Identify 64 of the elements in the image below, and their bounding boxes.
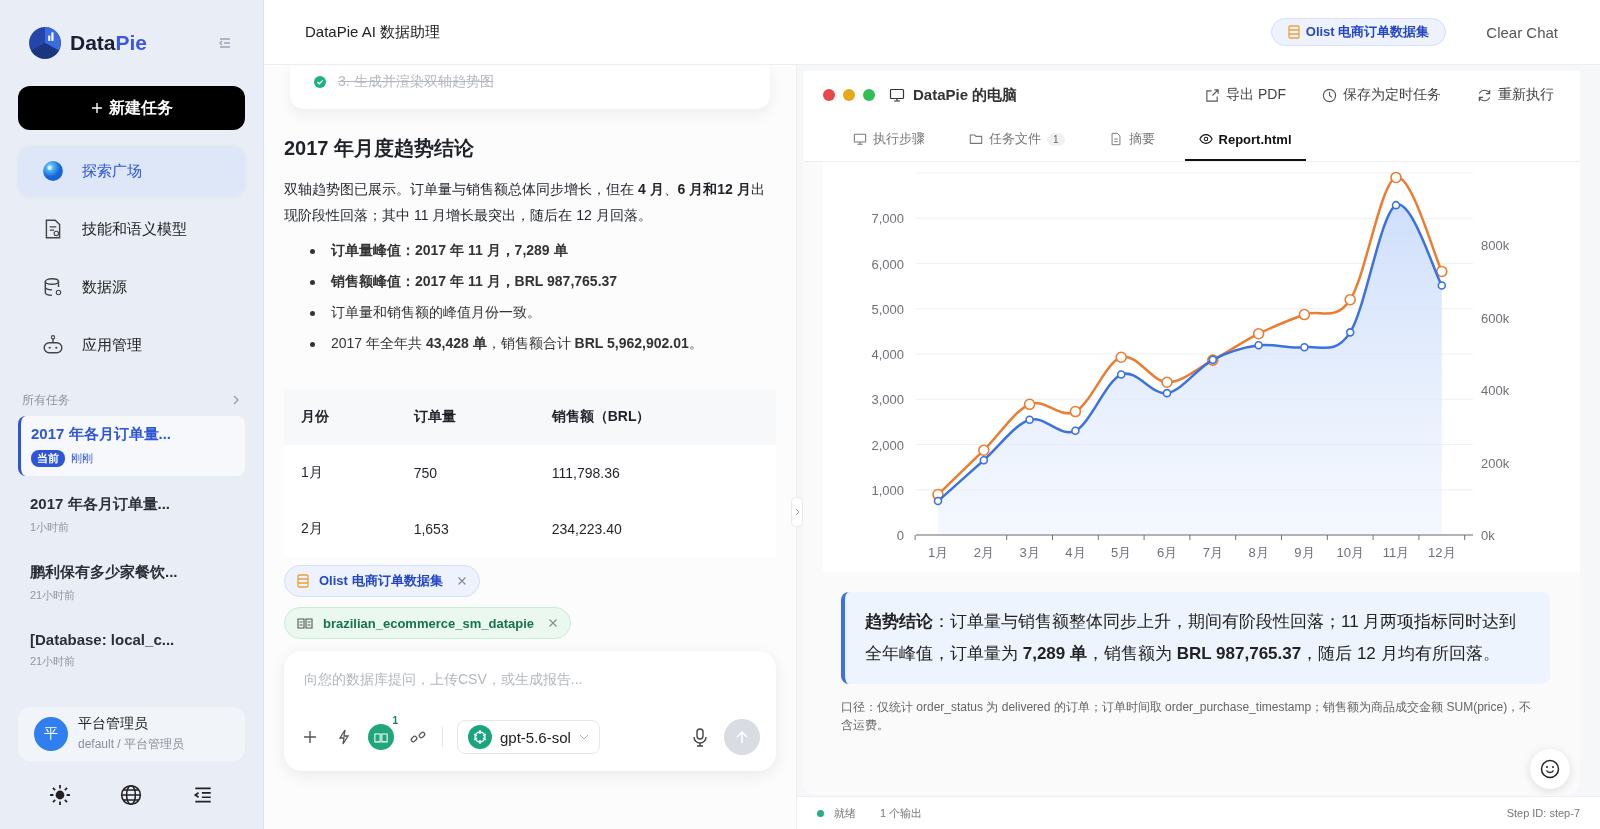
y-axis-label: 6,000 (871, 256, 904, 272)
bullet-item: 2017 年全年共 43,428 单，销售额合计 BRL 5,962,902.01。 (310, 335, 776, 353)
conclusion-callout: 趋势结论：订单量与销售额整体同步上升，期间有阶段性回落；11 月两项指标同时达到全年峰值，订单量为 7,289 单，销售额为 BRL 987,765.37，随后 12 月均有所回落。 (841, 592, 1550, 684)
x-axis-label: 1月 (927, 545, 949, 560)
x-axis-label: 8月 (1248, 545, 1269, 560)
output-count: 1 个输出 (880, 805, 923, 821)
task-time: 1小时前 (30, 520, 70, 535)
nav-label: 应用管理 (82, 335, 142, 355)
x-axis-label: 10月 (1336, 545, 1364, 560)
nav-label: 数据源 (82, 277, 127, 297)
user-name: 平台管理员 (78, 715, 149, 733)
y-axis-label: 2,000 (871, 437, 904, 453)
y-axis-label: 4,000 (871, 347, 904, 362)
x-axis-label: 5月 (1111, 545, 1132, 560)
user-role: default / 平台管理员 (78, 736, 185, 753)
y-axis-label: 400k (1481, 383, 1510, 399)
bullet-item: 销售额峰值：2017 年 11 月，BRL 987,765.37 (310, 273, 776, 291)
y-axis-label: 3,000 (871, 392, 904, 408)
y-axis-label: 0 (896, 528, 904, 543)
count-label: 1 (392, 715, 398, 726)
step-id: Step ID: step-7 (1506, 807, 1580, 819)
x-axis-label: 11月 (1382, 545, 1410, 560)
x-axis-label: 6月 (1156, 545, 1178, 560)
column-header: 销售额（BRL） (534, 389, 776, 445)
task-time: 21小时前 (30, 588, 76, 603)
chip-label: Olist 电商订单数据集 (319, 572, 443, 590)
footnote: 口径：仅统计 order_status 为 delivered 的订单；订单时间取 order_purchase_timestamp；销售额为商品成交金额 SUM(price)，不含运费。 (841, 699, 1533, 734)
page-title: DataPie AI 数据助理 (305, 22, 441, 42)
answer-heading: 2017 年月度趋势结论 (284, 136, 476, 161)
column-header: 月份 (284, 389, 397, 445)
x-axis-label: 2月 (973, 545, 994, 560)
x-axis-label: 4月 (1065, 545, 1086, 560)
count-badge: 1 (1047, 132, 1065, 146)
chip-label: brazilian_ecommerce_sm_datapie (323, 615, 534, 631)
answer-paragraph: 双轴趋势图已展示。订单量与销售额总体同步增长，但在 4 月、6 月和12 月出现阶段性回落；其中 11 月增长最突出，随后在 12 月回落。 (284, 180, 766, 225)
logo-text: DataPie (70, 31, 148, 55)
current-badge: 当前 (31, 450, 65, 467)
task-title: 鹏利保有多少家餐饮... (30, 563, 179, 582)
x-axis-label: 12月 (1428, 545, 1456, 560)
y-axis-label: 5,000 (871, 301, 904, 317)
user-avatar: 平 (34, 717, 68, 751)
x-axis-label: 9月 (1294, 545, 1315, 560)
step-text: 3. 生成并渲染双轴趋势图 (338, 73, 494, 91)
task-time: 21小时前 (30, 654, 76, 669)
status-text: 就绪 (834, 805, 856, 821)
bullet-item: 订单量峰值：2017 年 11 月，7,289 单 (310, 242, 776, 260)
y-axis-label: 0k (1481, 528, 1495, 543)
column-header: 订单量 (396, 389, 535, 445)
x-axis-label: 7月 (1202, 545, 1223, 560)
section-heading: 所有任务 (22, 391, 70, 409)
nav-label: 技能和语义模型 (82, 219, 187, 239)
task-time: 刚刚 (71, 451, 93, 466)
nav-label: 探索广场 (82, 161, 142, 181)
task-title: 2017 年各月订单量... (31, 425, 173, 444)
task-title: 2017 年各月订单量... (30, 495, 172, 514)
task-title: [Database: local_c... (30, 631, 176, 648)
x-axis-label: 3月 (1019, 545, 1040, 560)
y-axis-label: 1,000 (871, 482, 904, 498)
panel-title: DataPie 的电脑 (913, 85, 1018, 105)
bullet-item: 订单量和销售额的峰值月份一致。 (310, 304, 776, 322)
y-axis-label: 600k (1481, 310, 1510, 326)
y-axis-label: 200k (1481, 455, 1510, 471)
y-axis-label: 7,000 (871, 211, 904, 227)
y-axis-label: 800k (1481, 238, 1510, 254)
